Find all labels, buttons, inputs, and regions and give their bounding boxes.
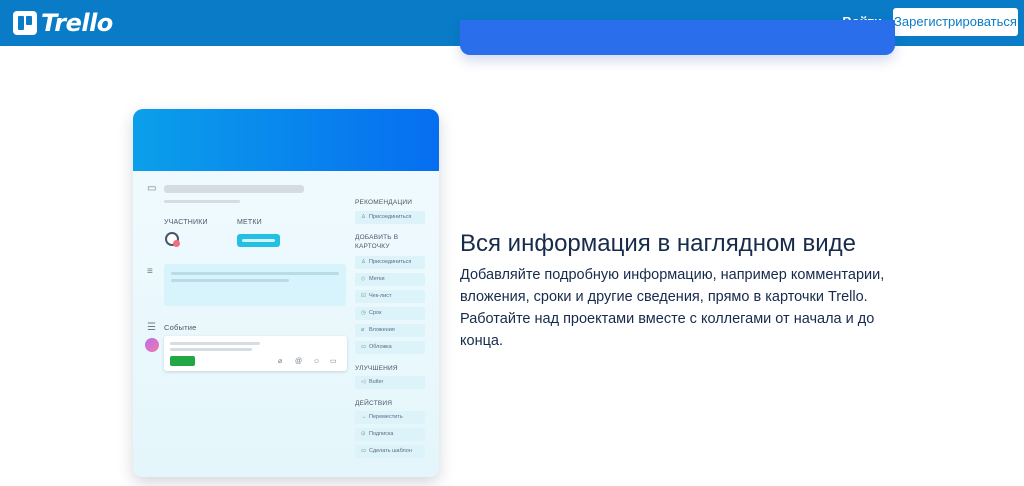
sidebar-template-button: ▭ Сделать шаблон: [355, 445, 425, 458]
save-comment-button: [170, 356, 195, 366]
description-line: [171, 279, 289, 282]
sidebar-join-button: ♙ Присоединиться: [355, 211, 425, 224]
sidebar-button-label: Присоединиться: [369, 214, 412, 220]
cover-icon: ▭: [361, 344, 367, 350]
description-icon: ≡: [147, 266, 153, 277]
description-box: [164, 264, 346, 306]
comment-line: [170, 348, 252, 351]
checklist-icon: ☑: [361, 293, 366, 299]
previous-illustration-edge: [460, 20, 895, 55]
sidebar-join-button: ♙ Присоединиться: [355, 256, 425, 269]
members-label: УЧАСТНИКИ: [164, 219, 208, 226]
mention-icon: @: [295, 358, 303, 365]
tag-icon: ◇: [361, 276, 366, 282]
trello-board-icon: [13, 11, 37, 35]
emoji-icon: ☺: [313, 358, 321, 365]
user-icon: ♙: [361, 214, 366, 220]
sidebar-button-label: Обложка: [369, 344, 392, 350]
sidebar-due-date-button: ◷ Срок: [355, 307, 425, 320]
powerups-heading: УЛУЧШЕНИЯ: [355, 365, 398, 372]
sidebar-butler-button: ◁ Butler: [355, 376, 425, 389]
paperclip-icon: ⌀: [361, 327, 365, 333]
sidebar-labels-button: ◇ Метки: [355, 273, 425, 286]
arrow-icon: →: [361, 414, 367, 420]
label-chip: [237, 234, 280, 247]
sidebar-button-label: Вложения: [369, 327, 395, 333]
sidebar-subscribe-button: ⊙ Подписка: [355, 428, 425, 441]
sidebar-button-label: Переместить: [369, 414, 403, 420]
template-icon: ▭: [361, 448, 367, 454]
title-placeholder: [164, 185, 304, 193]
sidebar-checklist-button: ☑ Чек-лист: [355, 290, 425, 303]
feature-description: Добавляйте подробную информацию, наприме…: [460, 267, 885, 349]
labels-label: МЕТКИ: [237, 219, 262, 226]
avatar: [145, 338, 159, 352]
sidebar-button-label: Сделать шаблон: [369, 448, 412, 454]
sidebar-move-button: → Переместить: [355, 411, 425, 424]
sidebar-button-label: Чек-лист: [369, 293, 392, 299]
sidebar-cover-button: ▭ Обложка: [355, 341, 425, 354]
sidebar-button-label: Butler: [369, 379, 384, 385]
card-icon: ▭: [147, 183, 157, 194]
description-line: [171, 272, 339, 275]
butler-icon: ◁: [361, 379, 366, 385]
clock-icon: ◷: [361, 310, 366, 316]
user-icon: ♙: [361, 259, 366, 265]
actions-heading: ДЕЙСТВИЯ: [355, 400, 393, 407]
comment-box: ⌀ @ ☺ ▭: [164, 336, 347, 371]
card-link-icon: ▭: [330, 358, 337, 365]
subtitle-placeholder: [164, 200, 240, 203]
comment-line: [170, 342, 260, 345]
copy-icon: ⊙: [361, 431, 366, 437]
card-detail-illustration: ▭ УЧАСТНИКИ МЕТКИ ≡ ☰ Событие ⌀ @ ☺ ▭ РЕ…: [133, 109, 439, 477]
brand-name: Trello: [41, 9, 113, 37]
add-to-card-heading: ДОБАВИТЬ В КАРТОЧКУ: [355, 234, 399, 250]
card-cover: [133, 109, 439, 171]
signup-button[interactable]: Зарегистрироваться: [893, 8, 1018, 36]
sidebar-attachment-button: ⌀ Вложения: [355, 324, 425, 337]
activity-label: Событие: [164, 323, 197, 332]
recommend-heading: РЕКОМЕНДАЦИИ: [355, 199, 413, 206]
avatar: [165, 232, 180, 247]
sidebar-button-label: Присоединиться: [369, 259, 412, 265]
sidebar-button-label: Срок: [369, 310, 382, 316]
feature-title: Вся информация в наглядном виде: [460, 230, 856, 257]
sidebar-button-label: Подписка: [369, 431, 394, 437]
trello-logo[interactable]: Trello: [13, 9, 113, 37]
paperclip-icon: ⌀: [278, 358, 283, 365]
activity-icon: ☰: [147, 322, 156, 333]
sidebar-button-label: Метки: [369, 276, 385, 282]
